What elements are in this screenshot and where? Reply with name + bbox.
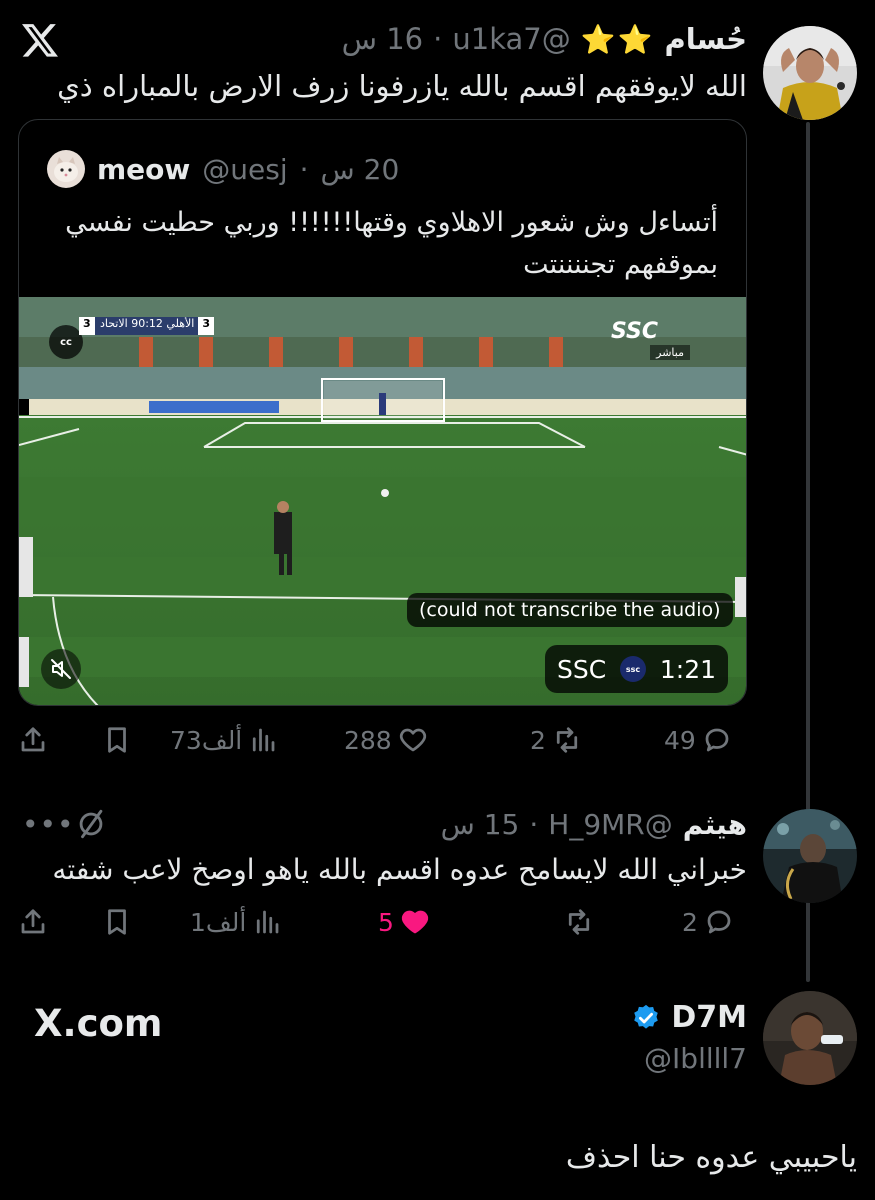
grok-slash-circle-icon[interactable]	[74, 807, 108, 841]
star-emoji-icon: ⭐⭐	[580, 22, 655, 56]
repost-icon	[556, 727, 578, 753]
repost-count: 2	[530, 725, 546, 755]
views-chart-icon	[253, 728, 275, 752]
x-logo-icon[interactable]	[20, 20, 60, 60]
avatar-haitham[interactable]	[763, 809, 857, 903]
tweet1-text: الله لايوفقهم اقسم بالله يازرفونا زرف ال…	[57, 69, 747, 103]
speaker-muted-icon	[51, 659, 71, 679]
quote-handle[interactable]: @uesj	[202, 153, 287, 186]
bookmark-button[interactable]	[102, 718, 132, 762]
score-home: 3	[79, 317, 95, 335]
video-caption: (could not transcribe the audio)	[407, 593, 733, 627]
avatar-d7m[interactable]	[763, 991, 857, 1085]
bookmark-button[interactable]	[102, 900, 132, 944]
broadcaster-logo: SSC	[610, 319, 658, 344]
heart-filled-icon	[401, 910, 429, 934]
quote-author-name[interactable]: meow	[97, 153, 190, 186]
video-info-pill: SSC ssc 1:21	[545, 645, 728, 693]
reply-count: 49	[664, 725, 696, 755]
views-count: 1ألف	[190, 907, 247, 937]
quote-text: أتساءل وش شعور الاهلاوي وقتها!!!!!! وربي…	[38, 202, 718, 286]
share-icon	[21, 909, 45, 934]
views-button[interactable]: 1ألف	[190, 900, 282, 944]
like-button-active[interactable]: 5	[378, 900, 430, 944]
tweet1-action-bar: 73ألف 288 2 49	[18, 718, 748, 762]
score-away: 3	[198, 317, 214, 335]
separator-dot: ·	[529, 808, 539, 841]
d7m-handle[interactable]: @Ibllll7	[644, 1042, 747, 1075]
quote-text-line-1: أتساءل وش شعور الاهلاوي وقتها!!!!!! وربي…	[65, 207, 718, 238]
tweet2-author-name[interactable]: هيثم	[683, 808, 747, 841]
thread-screenshot: حُسام ⭐⭐ @u1ka7 · 16 س الله لايوفقهم اقس…	[0, 0, 875, 1200]
d7m-author-name[interactable]: D7M	[671, 1000, 747, 1035]
avatar-meow[interactable]	[47, 150, 85, 188]
mute-toggle-button[interactable]	[41, 649, 81, 689]
bookmark-icon	[108, 909, 126, 935]
like-count: 288	[344, 725, 392, 755]
channel-badge-icon: ssc	[620, 656, 647, 682]
separator-dot: ·	[299, 152, 309, 186]
like-count: 5	[378, 907, 394, 937]
d7m-name-row: D7M	[631, 1000, 747, 1035]
share-icon	[21, 727, 45, 752]
tweet2-handle[interactable]: @H_9MR	[548, 808, 672, 841]
views-button[interactable]: 73ألف	[170, 718, 278, 762]
repost-button[interactable]	[558, 900, 594, 944]
verified-badge-icon	[634, 1004, 659, 1029]
avatar-husam[interactable]	[763, 26, 857, 120]
video-player[interactable]: cc 3 الأهلي 90:12 الاتحاد 3 SSC مباشر (c…	[19, 297, 746, 705]
reply-button[interactable]: 2	[682, 900, 734, 944]
share-button[interactable]	[18, 718, 48, 762]
d7m-post-text: ياحبيبي عدوه حنا احذف	[565, 1140, 857, 1175]
separator-dot: ·	[433, 22, 443, 56]
repost-button[interactable]: 2	[530, 718, 582, 762]
repost-icon	[568, 909, 590, 935]
teams-and-clock: الأهلي 90:12 الاتحاد	[94, 317, 199, 335]
reply-bubble-icon	[707, 910, 731, 934]
share-button[interactable]	[18, 900, 48, 944]
quote-header: meow @uesj · 20 س	[47, 150, 399, 188]
tweet2-text: خبراني الله لايسامح عدوه اقسم بالله ياهو…	[52, 853, 747, 886]
tweet2-time[interactable]: 15 س	[441, 808, 520, 841]
quoted-tweet-card[interactable]: meow @uesj · 20 س أتساءل وش شعور الاهلاو…	[18, 119, 747, 706]
tweet1-handle[interactable]: @u1ka7	[452, 22, 570, 56]
like-button[interactable]: 288	[344, 718, 428, 762]
bookmark-icon	[108, 727, 126, 753]
video-duration: 1:21	[659, 654, 716, 684]
heart-icon	[399, 728, 426, 752]
x-com-brand: X.com	[34, 1002, 163, 1045]
reply-bubble-icon	[705, 728, 729, 752]
tweet2-header: هيثم @H_9MR · 15 س	[441, 808, 747, 841]
views-chart-icon	[257, 910, 279, 934]
views-count: 73ألف	[170, 725, 243, 755]
tweet1-author-name[interactable]: حُسام	[664, 22, 747, 56]
tweet2-action-bar: 1ألف 5 2	[18, 900, 748, 944]
tweet1-header: حُسام ⭐⭐ @u1ka7 · 16 س	[342, 22, 747, 56]
tweet1-time[interactable]: 16 س	[342, 22, 424, 56]
reply-count: 2	[682, 907, 698, 937]
quote-text-line-2: بموقفهم تجننننتت	[523, 249, 718, 280]
match-scoreboard: 3 الأهلي 90:12 الاتحاد 3	[79, 317, 214, 335]
live-badge: مباشر	[650, 345, 690, 360]
closed-captions-button[interactable]: cc	[49, 325, 83, 359]
channel-name: SSC	[557, 654, 607, 684]
reply-button[interactable]: 49	[664, 718, 732, 762]
more-options-icon[interactable]: •••	[22, 808, 75, 841]
quote-time[interactable]: 20 س	[321, 153, 400, 186]
